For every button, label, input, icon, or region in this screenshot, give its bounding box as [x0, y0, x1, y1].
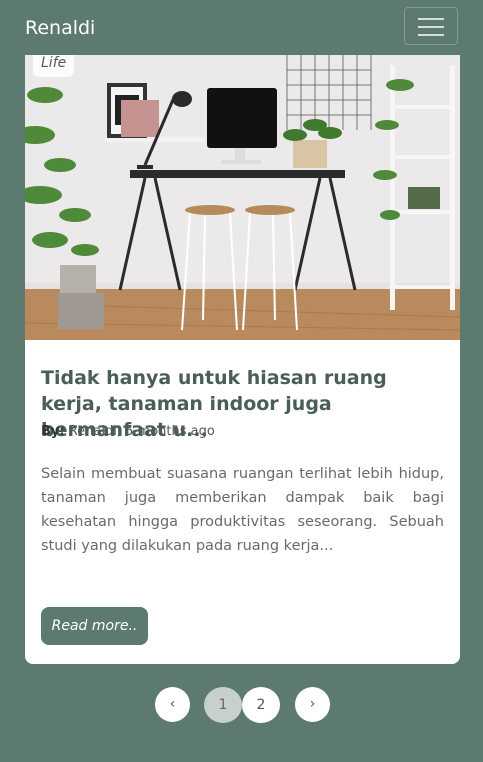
post-image[interactable]: Life [25, 55, 460, 340]
navbar-brand[interactable]: Renaldi [25, 15, 95, 41]
page-2-button[interactable]: 2 [242, 687, 280, 723]
next-page-button[interactable]: › [295, 687, 330, 722]
pagination: ‹ 1 2 › [0, 687, 483, 723]
menu-toggle-button[interactable] [404, 7, 458, 45]
post-meta: By: Renaldi, 5 months ago [41, 424, 215, 439]
navbar: Renaldi [0, 0, 483, 55]
meta-label: By: [41, 424, 65, 439]
category-tag[interactable]: Life [33, 55, 75, 77]
hamburger-icon [418, 18, 444, 20]
read-more-button[interactable]: Read more.. [41, 607, 148, 645]
post-card: Life Tidak hanya untuk hiasan ruang kerj… [25, 55, 460, 664]
prev-page-button[interactable]: ‹ [155, 687, 190, 722]
post-excerpt: Selain membuat suasana ruangan terlihat … [41, 466, 444, 554]
page-1-button[interactable]: 1 [204, 687, 242, 723]
meta-value: Renaldi, 5 months ago [68, 424, 215, 439]
